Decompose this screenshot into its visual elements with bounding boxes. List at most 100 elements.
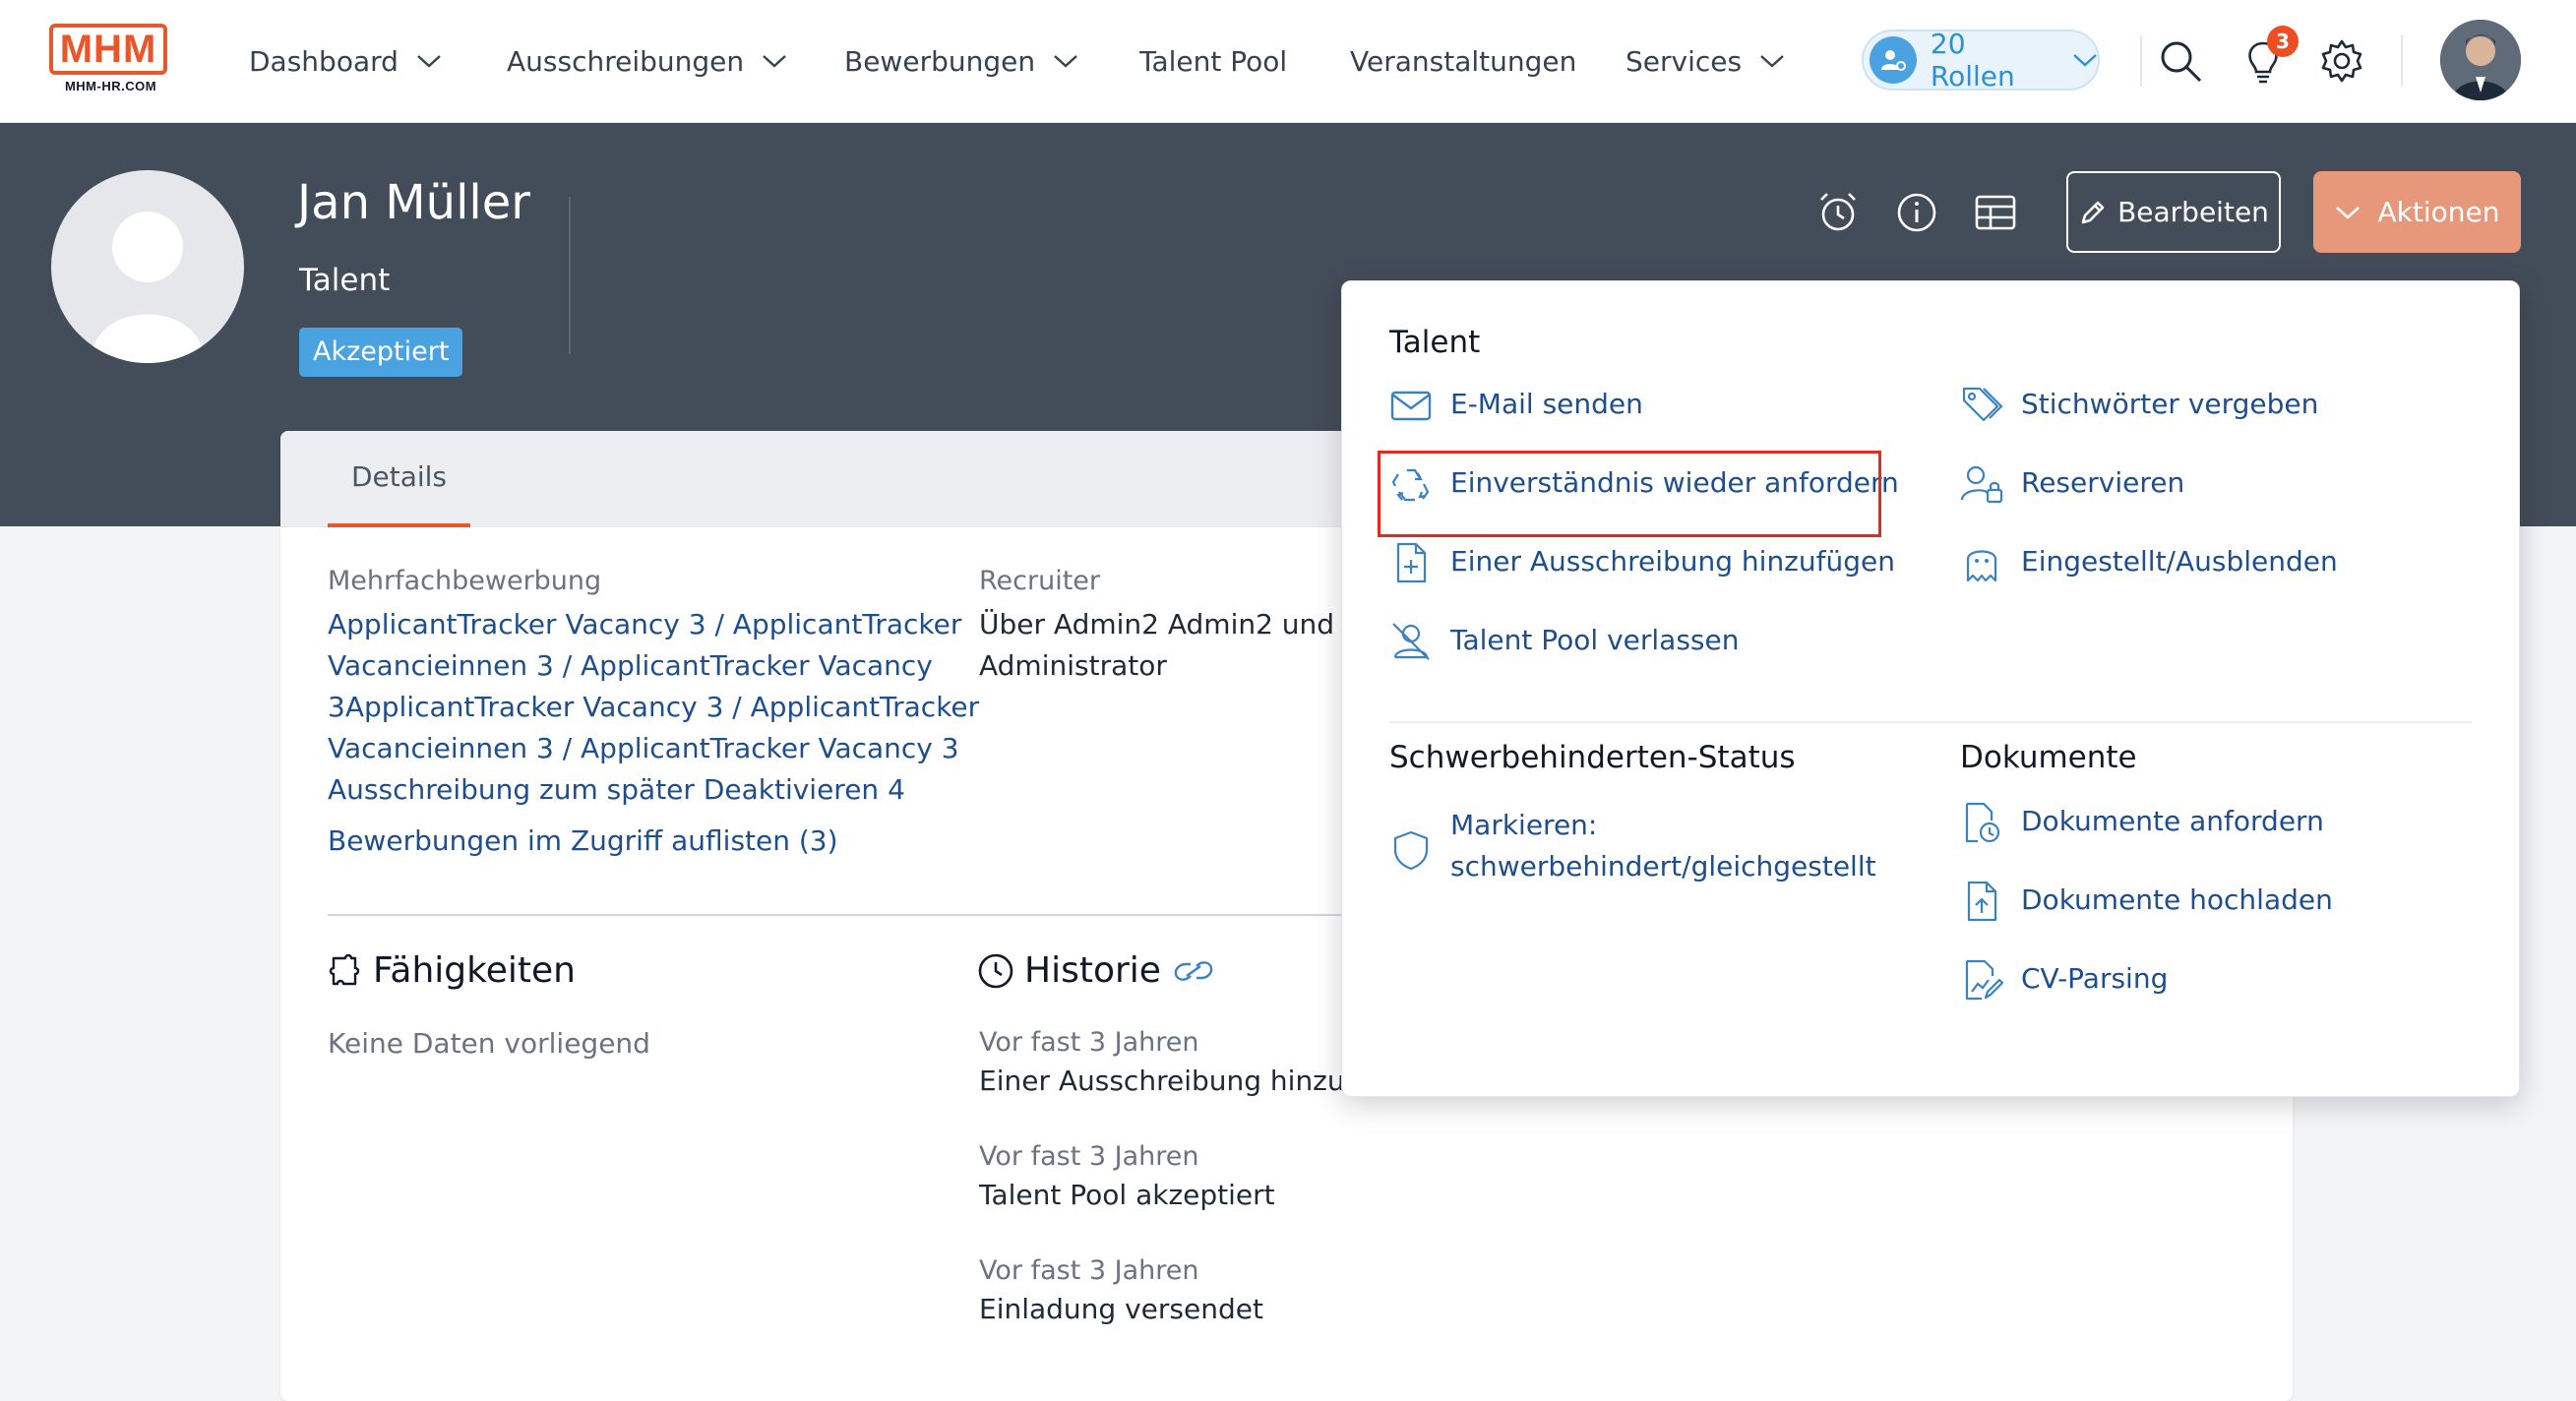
skills-empty-text: Keine Daten vorliegend [328,1027,650,1060]
chevron-down-icon [417,55,441,68]
shield-icon [1393,830,1429,871]
disability-status-heading: Schwerbehinderten-Status [1389,740,1796,775]
chevron-down-icon [2073,54,2097,67]
user-slash-icon [1392,623,1430,660]
users-gear-icon [1870,36,1917,84]
search-icon[interactable] [2157,37,2204,85]
menu-add-to-vacancy[interactable]: Einer Ausschreibung hinzufügen [1389,541,1895,584]
menu-item-label: Eingestellt/Ausblenden [2021,545,2338,578]
puzzle-icon [329,953,360,985]
alarm-clock-icon[interactable] [1815,190,1861,235]
profile-role: Talent [299,263,391,298]
history-event: Einladung versendet [979,1293,1263,1325]
user-avatar[interactable] [2440,20,2521,100]
menu-item-label: Stichwörter vergeben [2021,388,2319,420]
nav-dashboard-label: Dashboard [249,44,399,78]
nav-divider [2401,35,2403,87]
list-applications-link[interactable]: Bewerbungen im Zugriff auflisten (3) [328,821,838,862]
logo-mark: MHM [49,24,167,75]
history-time: Vor fast 3 Jahren [979,1027,1199,1058]
nav-divider [2140,35,2142,87]
multi-application-link[interactable]: ApplicantTracker Vacancy 3 / ApplicantTr… [328,604,979,811]
recruiter-line: Administrator [979,649,1167,682]
recruiter-line: Über Admin2 Admin2 und Ad [979,608,1380,640]
menu-mark-disabled[interactable]: Markieren: schwerbehindert/gleichgestell… [1389,805,1876,887]
nav-veranstaltungen-label: Veranstaltungen [1350,44,1577,78]
multi-application-line: Ausschreibung zum später Deaktivieren 4 [328,773,905,806]
skills-heading: Fähigkeiten [326,950,576,991]
tags-icon [1962,387,2003,422]
chevron-down-icon [2335,206,2360,219]
logo-subtitle: MHM-HR.COM [64,79,157,93]
file-plus-icon [1396,542,1427,583]
menu-item-label: E-Mail senden [1450,388,1643,420]
menu-assign-tags[interactable]: Stichwörter vergeben [1960,384,2318,427]
ghost-icon [1966,550,1997,582]
multi-application-line: Vacancieinnen 3 / ApplicantTracker Vacan… [328,649,933,682]
clock-icon [978,953,1013,988]
multi-application-line: ApplicantTracker Vacancy 3 / ApplicantTr… [328,608,962,640]
roles-label: 20 Rollen [1930,28,2015,92]
nav-bewerbungen-label: Bewerbungen [844,44,1036,78]
roles-switcher[interactable]: 20 Rollen [1862,28,2100,92]
active-tab-indicator [328,523,470,527]
recruiter-label: Recruiter [979,566,1101,596]
table-icon[interactable] [1973,190,2018,235]
link-icon[interactable] [1171,956,1216,986]
chevron-down-icon [1054,55,1077,68]
documents-heading: Dokumente [1960,740,2137,775]
menu-item-label: Markieren: [1450,809,1598,841]
envelope-icon [1390,391,1432,421]
mhm-logo[interactable]: MHM MHM-HR.COM [49,24,172,98]
edit-button-label: Bearbeiten [2117,196,2269,228]
menu-reserve[interactable]: Reservieren [1960,462,2184,506]
edit-button[interactable]: Bearbeiten [2066,171,2281,253]
menu-divider [1389,721,2472,723]
nav-dashboard[interactable]: Dashboard [249,39,442,83]
history-time: Vor fast 3 Jahren [979,1141,1199,1172]
multi-application-line: Vacancieinnen 3 / ApplicantTracker Vacan… [328,732,959,764]
multi-application-label: Mehrfachbewerbung [328,566,602,596]
history-heading: Historie [977,950,1216,991]
history-event: Einer Ausschreibung hinzuge [979,1065,1380,1097]
gear-icon[interactable] [2318,37,2365,85]
menu-item-label: Talent Pool verlassen [1450,624,1740,656]
pencil-icon [2081,201,2105,223]
history-time: Vor fast 3 Jahren [979,1255,1199,1286]
nav-talent-pool-label: Talent Pool [1139,44,1288,78]
menu-item-label: schwerbehindert/gleichgestellt [1450,850,1876,883]
actions-button[interactable]: Aktionen [2313,171,2521,253]
nav-services[interactable]: Services [1625,39,1785,83]
tab-details[interactable]: Details [328,460,470,493]
menu-cv-parsing[interactable]: CV-Parsing [1960,958,2168,1002]
header-divider [569,197,571,354]
menu-request-documents[interactable]: Dokumente anfordern [1960,801,2324,844]
file-upload-icon [1967,881,1997,922]
menu-item-label: Dokumente hochladen [2021,883,2333,916]
menu-upload-documents[interactable]: Dokumente hochladen [1960,880,2333,923]
chevron-down-icon [763,55,786,68]
file-chart-icon [1965,959,2003,1001]
nav-bewerbungen[interactable]: Bewerbungen [844,39,1078,83]
highlight-box [1378,451,1881,537]
profile-avatar [51,170,244,363]
status-badge: Akzeptiert [299,328,463,377]
menu-item-label: CV-Parsing [2021,962,2169,995]
notification-badge: 3 [2267,26,2299,57]
nav-ausschreibungen-label: Ausschreibungen [507,44,745,78]
multi-application-line: 3ApplicantTracker Vacancy 3 / ApplicantT… [328,691,980,723]
nav-veranstaltungen[interactable]: Veranstaltungen [1350,39,1576,83]
chevron-down-icon [1760,55,1784,68]
menu-send-email[interactable]: E-Mail senden [1389,384,1643,427]
actions-button-label: Aktionen [2377,196,2500,228]
nav-ausschreibungen[interactable]: Ausschreibungen [507,39,787,83]
recruiter-value: Über Admin2 Admin2 und Ad Administrator [979,604,1379,687]
menu-leave-talent-pool[interactable]: Talent Pool verlassen [1389,620,1739,663]
info-icon[interactable] [1894,190,1939,235]
history-event: Talent Pool akzeptiert [979,1179,1275,1211]
actions-dropdown: Talent E-Mail senden Einverständnis wied… [1341,280,2520,1097]
menu-hired-hide[interactable]: Eingestellt/Ausblenden [1960,541,2338,584]
top-navigation: MHM MHM-HR.COM Dashboard Ausschreibungen… [0,0,2576,123]
nav-talent-pool[interactable]: Talent Pool [1139,39,1287,83]
file-request-icon [1965,802,2000,843]
